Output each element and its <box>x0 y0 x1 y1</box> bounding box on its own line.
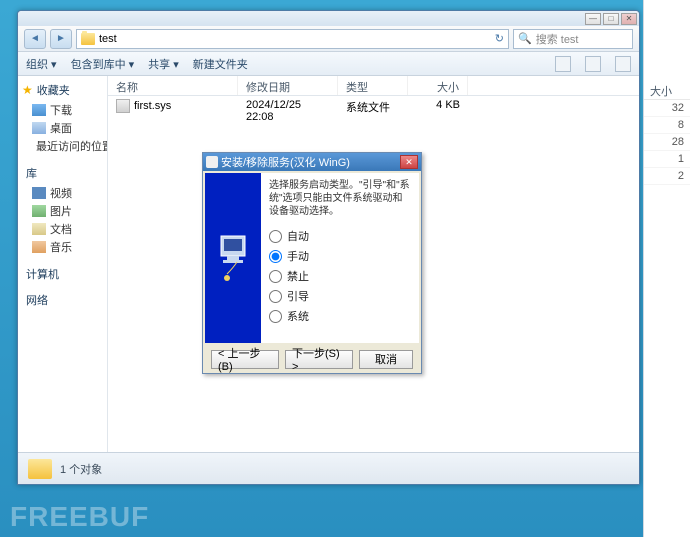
right-row: 28 <box>644 134 690 151</box>
sidebar-desktop[interactable]: 桌面 <box>22 119 103 137</box>
sidebar-recent[interactable]: 最近访问的位置 <box>22 137 103 155</box>
sidebar: ★收藏夹 下载 桌面 最近访问的位置 库 视频 图片 文档 音乐 计算机 网络 <box>18 76 108 452</box>
dialog-title: 安装/移除服务(汉化 WinG) <box>221 154 350 170</box>
preview-icon[interactable] <box>585 56 601 72</box>
newfolder-button[interactable]: 新建文件夹 <box>193 56 248 72</box>
maximize-button[interactable]: □ <box>603 13 619 25</box>
music-icon <box>32 241 46 253</box>
share-menu[interactable]: 共享 ▾ <box>148 56 179 72</box>
dialog-description: 选择服务启动类型。"引导"和"系统"选项只能由文件系统驱动和设备驱动选择。 <box>269 179 411 218</box>
sidebar-network[interactable]: 网络 <box>22 292 103 308</box>
download-icon <box>32 104 46 116</box>
dialog-artwork <box>205 173 261 343</box>
col-type[interactable]: 类型 <box>338 76 408 95</box>
dialog-buttons: < 上一步(B) 下一步(S) > 取消 <box>203 345 421 373</box>
view-icon[interactable] <box>555 56 571 72</box>
right-row: 32 <box>644 100 690 117</box>
dialog-body: 选择服务启动类型。"引导"和"系统"选项只能由文件系统驱动和设备驱动选择。 自动… <box>205 173 419 343</box>
include-menu[interactable]: 包含到库中 ▾ <box>71 56 135 72</box>
desktop-icon <box>32 122 46 134</box>
status-count: 1 个对象 <box>60 461 102 477</box>
star-icon: ★ <box>22 83 33 97</box>
refresh-icon[interactable]: ↻ <box>495 32 504 45</box>
sidebar-computer[interactable]: 计算机 <box>22 266 103 282</box>
close-button[interactable]: ✕ <box>621 13 637 25</box>
install-service-dialog: 安装/移除服务(汉化 WinG) ✕ 选择服务启动类型。"引导"和"系统"选项只… <box>202 152 422 374</box>
col-name[interactable]: 名称 <box>108 76 238 95</box>
file-name: first.sys <box>134 100 171 112</box>
folder-icon <box>81 33 95 45</box>
right-panel: 大小 32 8 28 1 2 <box>643 0 690 537</box>
watermark: FREEBUF <box>10 501 149 533</box>
nav-bar: ◄ ► test ↻ 🔍 搜索 test <box>18 26 639 52</box>
right-row: 2 <box>644 168 690 185</box>
video-icon <box>32 187 46 199</box>
back-button[interactable]: < 上一步(B) <box>211 350 279 369</box>
search-icon: 🔍 <box>518 32 532 45</box>
next-button[interactable]: 下一步(S) > <box>285 350 353 369</box>
radio-disabled[interactable]: 禁止 <box>269 268 411 284</box>
radio-auto[interactable]: 自动 <box>269 228 411 244</box>
status-bar: 1 个对象 <box>18 452 639 484</box>
folder-icon <box>28 459 52 479</box>
right-row: 8 <box>644 117 690 134</box>
sidebar-videos[interactable]: 视频 <box>22 184 103 202</box>
dialog-icon <box>206 156 218 168</box>
sidebar-favorites[interactable]: ★收藏夹 <box>22 82 103 98</box>
dialog-form: 选择服务启动类型。"引导"和"系统"选项只能由文件系统驱动和设备驱动选择。 自动… <box>261 173 419 343</box>
right-header[interactable]: 大小 <box>644 80 690 100</box>
file-type: 系统文件 <box>338 96 408 126</box>
right-row: 1 <box>644 151 690 168</box>
window-title-bar[interactable]: — □ ✕ <box>18 11 639 26</box>
search-box[interactable]: 🔍 搜索 test <box>513 29 633 49</box>
back-button[interactable]: ◄ <box>24 29 46 49</box>
file-date: 2024/12/25 22:08 <box>238 96 338 126</box>
radio-boot[interactable]: 引导 <box>269 288 411 304</box>
file-size: 4 KB <box>408 96 468 126</box>
picture-icon <box>32 205 46 217</box>
document-icon <box>32 223 46 235</box>
sysfile-icon <box>116 99 130 113</box>
sidebar-music[interactable]: 音乐 <box>22 238 103 256</box>
radio-manual[interactable]: 手动 <box>269 248 411 264</box>
sidebar-documents[interactable]: 文档 <box>22 220 103 238</box>
address-bar[interactable]: test ↻ <box>76 29 509 49</box>
col-size[interactable]: 大小 <box>408 76 468 95</box>
help-icon[interactable] <box>615 56 631 72</box>
cancel-button[interactable]: 取消 <box>359 350 413 369</box>
minimize-button[interactable]: — <box>585 13 601 25</box>
toolbar: 组织 ▾ 包含到库中 ▾ 共享 ▾ 新建文件夹 <box>18 52 639 76</box>
dialog-title-bar[interactable]: 安装/移除服务(汉化 WinG) ✕ <box>203 153 421 171</box>
forward-button[interactable]: ► <box>50 29 72 49</box>
dialog-close-button[interactable]: ✕ <box>400 155 418 169</box>
search-placeholder: 搜索 test <box>536 31 579 47</box>
organize-menu[interactable]: 组织 ▾ <box>26 56 57 72</box>
column-headers[interactable]: 名称 修改日期 类型 大小 <box>108 76 639 96</box>
file-row[interactable]: first.sys 2024/12/25 22:08 系统文件 4 KB <box>108 96 639 126</box>
sidebar-downloads[interactable]: 下载 <box>22 101 103 119</box>
sidebar-libraries[interactable]: 库 <box>22 165 103 181</box>
sidebar-pictures[interactable]: 图片 <box>22 202 103 220</box>
address-path: test <box>99 33 117 45</box>
radio-system[interactable]: 系统 <box>269 308 411 324</box>
col-date[interactable]: 修改日期 <box>238 76 338 95</box>
